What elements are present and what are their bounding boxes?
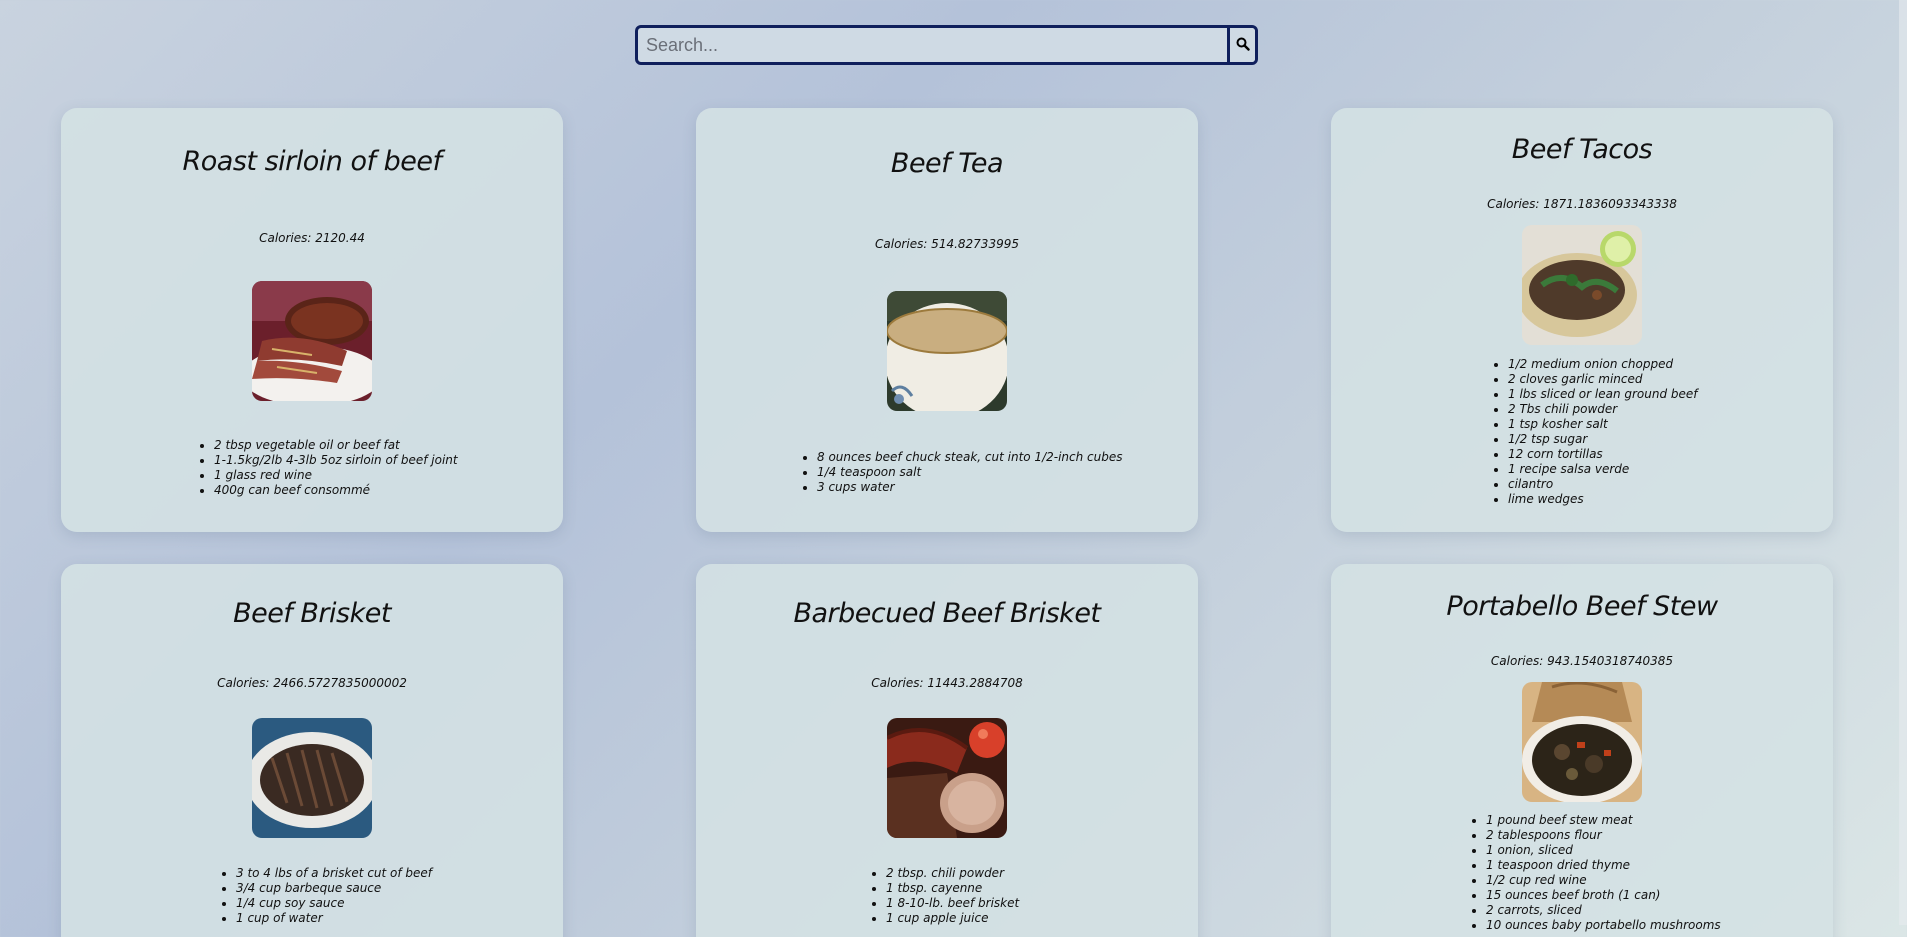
- recipe-card[interactable]: Portabello Beef Stew Calories: 943.15403…: [1331, 564, 1833, 937]
- barbecued-brisket-photo: [887, 718, 1007, 838]
- list-item: 1 cup apple juice: [886, 911, 1019, 926]
- list-item: 2 carrots, sliced: [1486, 903, 1721, 918]
- list-item: 1-1.5kg/2lb 4-3lb 5oz sirloin of beef jo…: [214, 453, 458, 468]
- recipe-title: Roast sirloin of beef: [182, 146, 442, 177]
- beef-stew-photo: [1522, 682, 1642, 802]
- recipe-title: Barbecued Beef Brisket: [793, 598, 1101, 629]
- recipe-calories: Calories: 1871.1836093343338: [1487, 197, 1677, 211]
- beef-brisket-photo: [252, 718, 372, 838]
- list-item: cilantro: [1508, 477, 1698, 492]
- recipe-calories: Calories: 2466.5727835000002: [217, 676, 407, 690]
- ingredient-list: 2 tbsp vegetable oil or beef fat 1-1.5kg…: [214, 438, 458, 498]
- recipe-title: Beef Tacos: [1511, 134, 1653, 165]
- scrollbar-thumb[interactable]: [1899, 0, 1907, 925]
- recipe-calories: Calories: 514.82733995: [875, 237, 1019, 251]
- roast-sirloin-photo: [252, 281, 372, 401]
- ingredient-list: 2 tbsp. chili powder 1 tbsp. cayenne 1 8…: [886, 866, 1019, 926]
- list-item: 12 corn tortillas: [1508, 447, 1698, 462]
- list-item: 2 tbsp vegetable oil or beef fat: [214, 438, 458, 453]
- list-item: 1 glass red wine: [214, 468, 458, 483]
- list-item: 1/2 tsp sugar: [1508, 432, 1698, 447]
- recipe-card[interactable]: Beef Brisket Calories: 2466.572783500000…: [61, 564, 563, 937]
- beef-tacos-photo: [1522, 225, 1642, 345]
- list-item: 1 cup of water: [236, 911, 432, 926]
- list-item: 15 ounces beef broth (1 can): [1486, 888, 1721, 903]
- list-item: 3 to 4 lbs of a brisket cut of beef: [236, 866, 432, 881]
- list-item: 3/4 cup barbeque sauce: [236, 881, 432, 896]
- list-item: 8 ounces beef chuck steak, cut into 1/2-…: [817, 450, 1123, 465]
- ingredient-list: 3 to 4 lbs of a brisket cut of beef 3/4 …: [236, 866, 432, 926]
- list-item: lime wedges: [1508, 492, 1698, 507]
- recipe-card[interactable]: Beef Tacos Calories: 1871.1836093343338 …: [1331, 108, 1833, 532]
- page-scrollbar[interactable]: [1899, 0, 1907, 937]
- recipe-card[interactable]: Barbecued Beef Brisket Calories: 11443.2…: [696, 564, 1198, 937]
- ingredient-list: 1/2 medium onion chopped 2 cloves garlic…: [1508, 357, 1698, 507]
- recipe-grid: Roast sirloin of beef Calories: 2120.44 …: [0, 0, 1907, 937]
- recipe-calories: Calories: 943.1540318740385: [1490, 654, 1674, 668]
- list-item: 1/2 medium onion chopped: [1508, 357, 1698, 372]
- list-item: 10 ounces baby portabello mushrooms: [1486, 918, 1721, 933]
- list-item: 2 Tbs chili powder: [1508, 402, 1698, 417]
- recipe-calories: Calories: 11443.2884708: [871, 676, 1023, 690]
- list-item: 1 recipe salsa verde: [1508, 462, 1698, 477]
- recipe-title: Beef Brisket: [233, 598, 391, 629]
- recipe-title: Beef Tea: [890, 148, 1004, 179]
- list-item: 1/4 cup soy sauce: [236, 896, 432, 911]
- list-item: 1 onion, sliced: [1486, 843, 1721, 858]
- list-item: 1 teaspoon dried thyme: [1486, 858, 1721, 873]
- list-item: 400g can beef consommé: [214, 483, 458, 498]
- list-item: 2 cloves garlic minced: [1508, 372, 1698, 387]
- recipe-card[interactable]: Beef Tea Calories: 514.82733995 8 ounces…: [696, 108, 1198, 532]
- recipe-title: Portabello Beef Stew: [1446, 591, 1718, 622]
- list-item: 1 lbs sliced or lean ground beef: [1508, 387, 1698, 402]
- list-item: 3 cups water: [817, 480, 1123, 495]
- list-item: 2 tbsp. chili powder: [886, 866, 1019, 881]
- list-item: 1/4 teaspoon salt: [817, 465, 1123, 480]
- beef-tea-photo: [887, 291, 1007, 411]
- list-item: 1 8-10-lb. beef brisket: [886, 896, 1019, 911]
- list-item: 1/2 cup red wine: [1486, 873, 1721, 888]
- recipe-card[interactable]: Roast sirloin of beef Calories: 2120.44 …: [61, 108, 563, 532]
- list-item: 1 tbsp. cayenne: [886, 881, 1019, 896]
- ingredient-list: 1 pound beef stew meat 2 tablespoons flo…: [1486, 813, 1721, 933]
- recipe-calories: Calories: 2120.44: [259, 231, 365, 245]
- list-item: 1 tsp kosher salt: [1508, 417, 1698, 432]
- ingredient-list: 8 ounces beef chuck steak, cut into 1/2-…: [817, 450, 1123, 495]
- list-item: 2 tablespoons flour: [1486, 828, 1721, 843]
- list-item: 1 pound beef stew meat: [1486, 813, 1721, 828]
